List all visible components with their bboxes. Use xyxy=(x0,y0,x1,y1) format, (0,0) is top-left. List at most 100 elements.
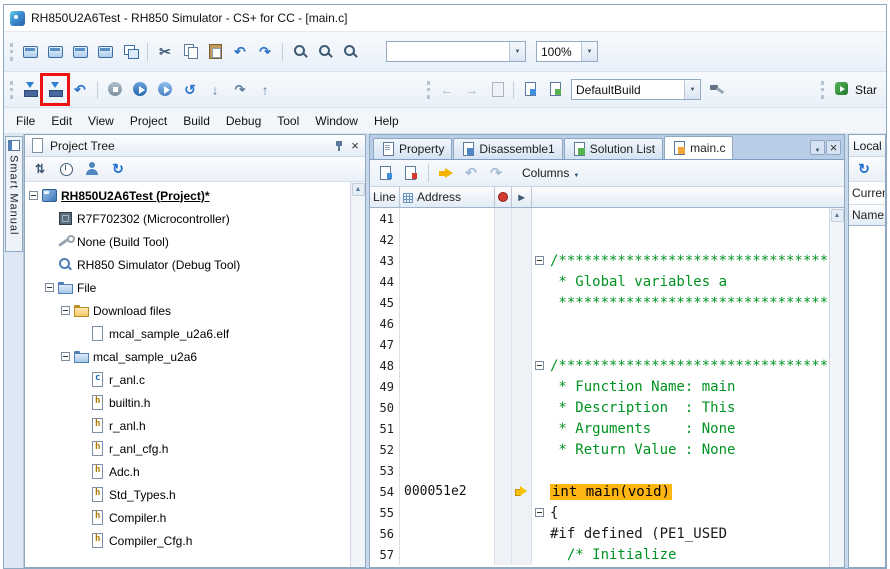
tab-disassemble1[interactable]: Disassemble1 xyxy=(453,138,562,159)
event-cell[interactable] xyxy=(495,271,512,292)
code-line[interactable]: 47 xyxy=(370,334,829,355)
code-cell[interactable] xyxy=(532,460,829,481)
code-line[interactable]: 42 xyxy=(370,229,829,250)
line-number[interactable]: 54 xyxy=(370,481,400,502)
build-config-dropdown-icon[interactable] xyxy=(684,80,700,99)
save-all-button[interactable] xyxy=(93,40,117,63)
line-number[interactable]: 55 xyxy=(370,502,400,523)
code-cell[interactable]: /***************************************… xyxy=(532,250,829,271)
tree-item[interactable]: Std_Types.h xyxy=(25,483,350,506)
line-number[interactable]: 51 xyxy=(370,418,400,439)
code-line[interactable]: 50 * Description : This xyxy=(370,397,829,418)
line-number[interactable]: 57 xyxy=(370,544,400,565)
cut-button[interactable] xyxy=(153,40,177,63)
line-number[interactable]: 52 xyxy=(370,439,400,460)
address-column-header[interactable]: Address xyxy=(400,187,495,207)
fold-marker-icon[interactable] xyxy=(535,256,544,265)
tab-solution-list[interactable]: Solution List xyxy=(564,138,663,159)
code-line[interactable]: 56#if defined (PE1_USED xyxy=(370,523,829,544)
code-line[interactable]: 51 * Arguments : None xyxy=(370,418,829,439)
menu-item-file[interactable]: File xyxy=(8,111,43,131)
start-button[interactable]: Star xyxy=(829,78,882,101)
tree-item[interactable]: Adc.h xyxy=(25,460,350,483)
fold-marker-icon[interactable] xyxy=(535,508,544,517)
code-cell[interactable]: * Function Name: main xyxy=(532,376,829,397)
event-cell[interactable] xyxy=(495,229,512,250)
tree-item[interactable]: RH850U2A6Test (Project)* xyxy=(25,184,350,207)
event-cell[interactable] xyxy=(495,313,512,334)
save-project-button[interactable] xyxy=(68,40,92,63)
tree-expander-icon[interactable] xyxy=(61,306,70,315)
code-line[interactable]: 44 * Global variables a xyxy=(370,271,829,292)
event-cell[interactable] xyxy=(495,250,512,271)
code-cell[interactable]: * Return Value : None xyxy=(532,439,829,460)
search-combo[interactable] xyxy=(386,41,526,62)
pin-icon[interactable] xyxy=(333,140,345,152)
tab-main-c[interactable]: main.c xyxy=(664,136,733,159)
tree-item[interactable]: r_anl.c xyxy=(25,368,350,391)
tree-item[interactable]: r_anl_cfg.h xyxy=(25,437,350,460)
find-button[interactable] xyxy=(288,40,312,63)
event-cell[interactable] xyxy=(495,523,512,544)
code-line[interactable]: 57 /* Initialize xyxy=(370,544,829,565)
line-number[interactable]: 47 xyxy=(370,334,400,355)
columns-dropdown[interactable]: Columns xyxy=(516,164,585,182)
clock-button[interactable] xyxy=(54,158,78,181)
forward-button[interactable] xyxy=(460,78,484,101)
line-number[interactable]: 46 xyxy=(370,313,400,334)
zoom-combo[interactable]: 100% xyxy=(536,41,598,62)
close-icon[interactable] xyxy=(349,140,361,152)
open-project-button[interactable] xyxy=(43,40,67,63)
code-line[interactable]: 52 * Return Value : None xyxy=(370,439,829,460)
jump-to-pc-button[interactable] xyxy=(434,162,458,185)
menu-item-view[interactable]: View xyxy=(80,111,122,131)
tree-item[interactable]: builtin.h xyxy=(25,391,350,414)
build-download-button[interactable] xyxy=(43,78,67,101)
build-mode-button[interactable] xyxy=(518,78,542,101)
event-column-header[interactable] xyxy=(495,187,512,207)
code-cell[interactable] xyxy=(532,313,829,334)
scroll-up-icon[interactable] xyxy=(831,209,844,222)
step-over-button[interactable] xyxy=(228,78,252,101)
pc-column-header[interactable] xyxy=(512,187,532,207)
copy-button[interactable] xyxy=(178,40,202,63)
tree-item[interactable]: r_anl.h xyxy=(25,414,350,437)
code-line[interactable]: 46 xyxy=(370,313,829,334)
project-tree-scrollbar[interactable] xyxy=(350,182,365,567)
menu-item-debug[interactable]: Debug xyxy=(218,111,269,131)
tree-item[interactable]: R7F702302 (Microcontroller) xyxy=(25,207,350,230)
code-cell[interactable]: * Global variables a xyxy=(532,271,829,292)
new-project-button[interactable] xyxy=(18,40,42,63)
code-cell[interactable] xyxy=(532,208,829,229)
memory-button[interactable] xyxy=(485,78,509,101)
code-line[interactable]: 48/*************************************… xyxy=(370,355,829,376)
build-mode2-button[interactable] xyxy=(543,78,567,101)
menu-item-window[interactable]: Window xyxy=(307,111,366,131)
event-cell[interactable] xyxy=(495,544,512,565)
code-cell[interactable] xyxy=(532,334,829,355)
zoom-combo-dropdown-icon[interactable] xyxy=(581,42,597,61)
code-line[interactable]: 55{ xyxy=(370,502,829,523)
fold-marker-icon[interactable] xyxy=(535,361,544,370)
code-line[interactable]: 41 xyxy=(370,208,829,229)
sort-button[interactable] xyxy=(28,158,52,181)
line-number[interactable]: 42 xyxy=(370,229,400,250)
code-line[interactable]: 43/*************************************… xyxy=(370,250,829,271)
line-number[interactable]: 44 xyxy=(370,271,400,292)
zoom-combo-value[interactable]: 100% xyxy=(537,45,581,59)
go-button[interactable] xyxy=(128,78,152,101)
code-cell[interactable]: ****************************************… xyxy=(532,292,829,313)
line-number[interactable]: 49 xyxy=(370,376,400,397)
smart-manual-tab[interactable]: Smart Manual xyxy=(5,136,23,252)
find-in-files-button[interactable] xyxy=(338,40,362,63)
search-combo-dropdown-icon[interactable] xyxy=(509,42,525,61)
mixed-mode-button[interactable] xyxy=(399,162,423,185)
tree-item[interactable]: mcal_sample_u2a6 xyxy=(25,345,350,368)
event-cell[interactable] xyxy=(495,397,512,418)
line-number[interactable]: 41 xyxy=(370,208,400,229)
menu-item-project[interactable]: Project xyxy=(122,111,175,131)
line-number[interactable]: 45 xyxy=(370,292,400,313)
menu-item-edit[interactable]: Edit xyxy=(43,111,80,131)
line-column-header[interactable]: Line xyxy=(370,187,400,207)
build-config-combo[interactable]: DefaultBuild xyxy=(571,79,701,100)
